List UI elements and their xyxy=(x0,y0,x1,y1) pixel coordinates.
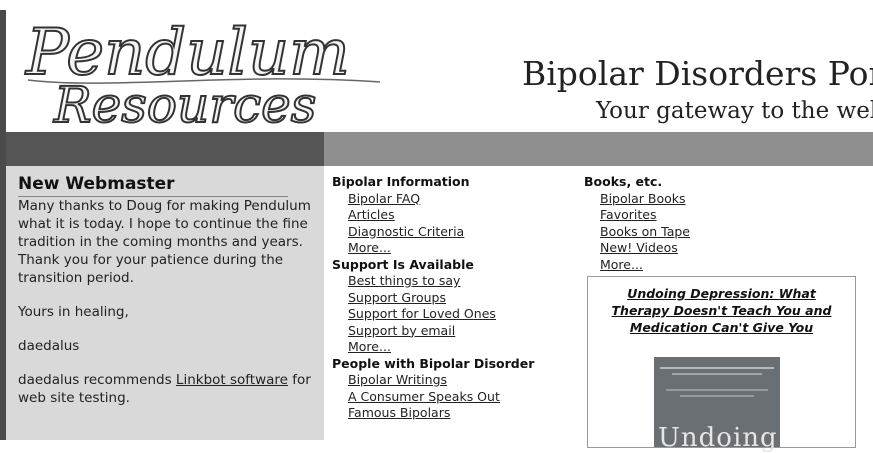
link-consumer-speaks-out[interactable]: A Consumer Speaks Out xyxy=(332,389,572,406)
portal-title: Bipolar Disorders Port xyxy=(522,54,873,93)
featured-book-title-link[interactable]: Undoing Depression: What Therapy Doesn't… xyxy=(598,285,845,336)
link-famous-bipolars[interactable]: Famous Bipolars xyxy=(332,405,572,422)
link-more-information[interactable]: More... xyxy=(332,240,572,257)
sidebar-heading: New Webmaster xyxy=(18,174,288,197)
site-header: Pendulum Resources Bipolar Disorders Por… xyxy=(6,10,873,132)
section-heading-people: People with Bipolar Disorder xyxy=(332,355,535,371)
section-heading-bipolar-information: Bipolar Information xyxy=(332,174,470,189)
link-more-books[interactable]: More... xyxy=(584,257,864,274)
recommend-prefix: daedalus recommends xyxy=(18,372,176,388)
nav-band-right xyxy=(324,132,873,166)
book-cover-image[interactable]: Undoing xyxy=(654,357,780,453)
links-column-2: Books, etc. Bipolar Books Favorites Book… xyxy=(584,174,864,273)
sidebar-news: New Webmaster Many thanks to Doug for ma… xyxy=(6,166,324,440)
sidebar-paragraph-1: Many thanks to Doug for making Pendulum … xyxy=(18,198,311,250)
section-heading-books: Books, etc. xyxy=(584,174,663,189)
link-support-loved-ones[interactable]: Support for Loved Ones xyxy=(332,306,572,323)
logo-text-bottom: Resources xyxy=(53,76,316,132)
link-best-things-to-say[interactable]: Best things to say xyxy=(332,273,572,290)
link-diagnostic-criteria[interactable]: Diagnostic Criteria xyxy=(332,224,572,241)
link-favorites[interactable]: Favorites xyxy=(584,207,864,224)
sidebar-recommendation: daedalus recommends Linkbot software for… xyxy=(18,371,316,407)
linkbot-link[interactable]: Linkbot software xyxy=(176,372,288,388)
link-articles[interactable]: Articles xyxy=(332,207,572,224)
link-bipolar-faq[interactable]: Bipolar FAQ xyxy=(332,191,572,208)
top-margin xyxy=(0,0,873,8)
link-new-videos[interactable]: New! Videos xyxy=(584,240,864,257)
link-more-support[interactable]: More... xyxy=(332,339,572,356)
sidebar-signoff: Yours in healing, xyxy=(18,304,129,320)
sidebar-paragraph-2: Thank you for your patience during the t… xyxy=(18,252,284,286)
link-bipolar-writings[interactable]: Bipolar Writings xyxy=(332,372,572,389)
link-books-on-tape[interactable]: Books on Tape xyxy=(584,224,864,241)
featured-book-box: Undoing Depression: What Therapy Doesn't… xyxy=(587,276,856,453)
sidebar-signature: daedalus xyxy=(18,338,80,354)
section-heading-support: Support Is Available xyxy=(332,256,474,272)
pendulum-resources-logo[interactable]: Pendulum Resources xyxy=(20,10,390,132)
book-cover-word: Undoing xyxy=(658,423,778,453)
link-bipolar-books[interactable]: Bipolar Books xyxy=(584,191,864,208)
link-support-by-email[interactable]: Support by email xyxy=(332,323,572,340)
portal-tagline: Your gateway to the web xyxy=(596,98,873,124)
link-support-groups[interactable]: Support Groups xyxy=(332,290,572,307)
nav-band-left xyxy=(6,132,324,166)
links-column-1: Bipolar Information Bipolar FAQ Articles… xyxy=(332,174,572,422)
